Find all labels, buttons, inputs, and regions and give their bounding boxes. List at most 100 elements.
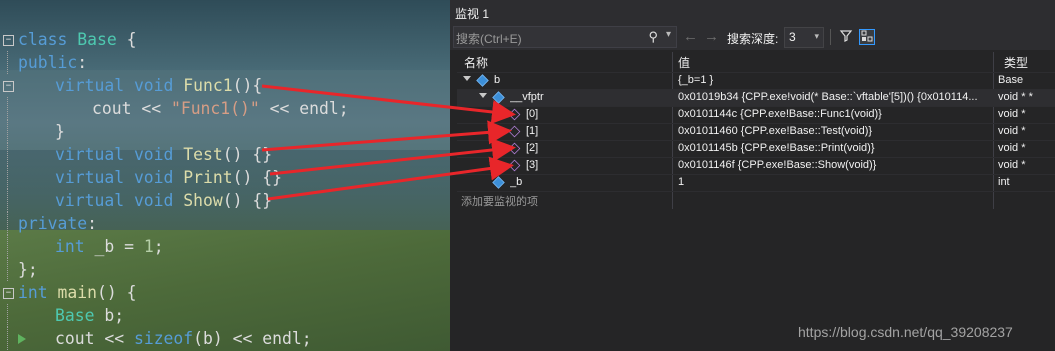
code-text: cout << sizeof(b) << endl; [18, 327, 312, 350]
code-token: ; [153, 237, 164, 256]
code-text: virtual void Print() {} [18, 166, 282, 189]
code-token: cout << [55, 329, 134, 348]
code-token: Base [55, 306, 105, 325]
row-vfptr[interactable]: __vfptr 0x01019b34 {CPP.exe!void(* Base::… [457, 89, 1055, 107]
outline-guide [7, 304, 9, 327]
code-line[interactable]: cout << "Func1()" << endl; [0, 97, 450, 120]
hex-display-icon[interactable] [859, 29, 875, 45]
add-watch-placeholder: 添加要监视的项 [461, 196, 538, 208]
variable-icon [492, 91, 505, 104]
collapse-icon[interactable]: − [3, 288, 14, 299]
code-token: Show [183, 191, 223, 210]
row-_b[interactable]: _b 1 int [457, 174, 1055, 192]
code-token: cout << [92, 99, 171, 118]
outline-guide [7, 327, 9, 350]
search-icon[interactable]: ⚲ [648, 29, 658, 45]
code-text: int main() { [18, 281, 136, 304]
code-line[interactable]: − class Base { [0, 28, 450, 51]
column-header-name[interactable]: 名称 [464, 54, 488, 71]
code-token: sizeof [133, 329, 194, 348]
code-line[interactable]: Base b; [0, 304, 450, 327]
collapse-icon[interactable]: − [3, 81, 14, 92]
column-header-value[interactable]: 值 [678, 54, 690, 71]
code-text: Base b; [18, 304, 124, 327]
watermark: https://blog.csdn.net/qq_39208237 [798, 324, 1013, 340]
add-watch-row[interactable]: 添加要监视的项 [457, 191, 1055, 209]
code-line[interactable]: }; [0, 258, 450, 281]
code-line[interactable]: public: [0, 51, 450, 74]
watch-name: _b [510, 176, 523, 188]
watch-name: __vfptr [510, 91, 544, 103]
outline-guide [7, 120, 9, 143]
code-token: { [116, 30, 137, 49]
code-line[interactable]: private: [0, 212, 450, 235]
watch-type: void * [998, 125, 1026, 137]
code-line[interactable]: − virtual void Func1(){ [0, 74, 450, 97]
watch-type: void * * [998, 91, 1033, 103]
code-line[interactable]: cout << sizeof(b) << endl; [0, 327, 450, 350]
watch-value[interactable]: 1 [678, 176, 990, 188]
forward-arrow-icon[interactable]: → [704, 28, 719, 45]
row-b[interactable]: b {_b=1 } Base [457, 72, 1055, 90]
code-text: private: [18, 212, 97, 235]
code-token: virtual void [55, 76, 184, 95]
code-text: virtual void Test() {} [18, 143, 272, 166]
pointer-item-icon [508, 125, 521, 138]
watch-value[interactable]: {_b=1 } [678, 74, 990, 86]
row-vtable-2[interactable]: [2] 0x0101145b {CPP.exe!Base::Print(void)… [457, 140, 1055, 158]
code-token: : [87, 214, 97, 233]
watch-name: [2] [526, 142, 539, 154]
code-token: }; [18, 260, 38, 279]
search-depth-select[interactable]: 3 ▾ [784, 27, 824, 48]
search-dropdown-icon[interactable]: ▾ [666, 29, 671, 40]
watch-value[interactable]: 0x0101145b {CPP.exe!Base::Print(void)} [678, 142, 990, 154]
pin-filter-icon[interactable] [839, 29, 853, 43]
code-token: virtual void [55, 191, 184, 210]
watch-window: 监视 1 搜索(Ctrl+E) ⚲ ▾ ← → 搜索深度: 3 ▾ 名称 值 类… [450, 0, 1055, 351]
toolbar-separator [830, 29, 831, 45]
search-placeholder: 搜索(Ctrl+E) [456, 32, 522, 46]
column-header-type[interactable]: 类型 [1004, 54, 1028, 71]
row-vtable-3[interactable]: [3] 0x0101146f {CPP.exe!Base::Show(void)}… [457, 157, 1055, 175]
code-editor[interactable]: − class Base {public: − virtual void Func1(… [0, 0, 450, 351]
expand-chevron-icon[interactable] [463, 76, 471, 81]
code-line[interactable]: virtual void Print() {} [0, 166, 450, 189]
watch-name: [0] [526, 108, 539, 120]
row-vtable-1[interactable]: [1] 0x01011460 {CPP.exe!Base::Test(void)}… [457, 123, 1055, 141]
code-text: } [18, 120, 65, 143]
watch-value[interactable]: 0x0101144c {CPP.exe!Base::Func1(void)} [678, 108, 990, 120]
watch-title-bar: 监视 1 [450, 0, 1055, 24]
code-token: class [18, 30, 78, 49]
outline-guide [7, 143, 9, 166]
code-token: virtual void [55, 145, 184, 164]
grid-header: 名称 值 类型 [457, 52, 1055, 71]
search-input[interactable]: 搜索(Ctrl+E) ⚲ ▾ [453, 26, 677, 48]
watch-value[interactable]: 0x01019b34 {CPP.exe!void(* Base::`vftabl… [678, 91, 990, 103]
outline-guide [7, 97, 9, 120]
watch-type: int [998, 176, 1010, 188]
variable-icon [476, 74, 489, 87]
back-arrow-icon[interactable]: ← [683, 28, 698, 45]
watch-name: b [494, 74, 501, 86]
outline-guide [7, 258, 9, 281]
watch-type: void * [998, 142, 1026, 154]
code-line[interactable]: int _b = 1; [0, 235, 450, 258]
code-line[interactable]: virtual void Show() {} [0, 189, 450, 212]
code-token: _b = [94, 237, 144, 256]
pointer-item-icon [508, 142, 521, 155]
outline-guide [7, 51, 9, 74]
code-token: 1 [143, 237, 154, 256]
watch-value[interactable]: 0x01011460 {CPP.exe!Base::Test(void)} [678, 125, 990, 137]
code-token: () {} [222, 191, 273, 210]
code-token: () { [96, 283, 137, 302]
collapse-icon[interactable]: − [3, 35, 14, 46]
code-token: () {} [232, 168, 282, 187]
code-line[interactable]: virtual void Test() {} [0, 143, 450, 166]
code-text: class Base { [18, 28, 136, 51]
watch-value[interactable]: 0x0101146f {CPP.exe!Base::Show(void)} [678, 159, 990, 171]
row-vtable-0[interactable]: [0] 0x0101144c {CPP.exe!Base::Func1(void)… [457, 106, 1055, 124]
code-line[interactable]: − int main() { [0, 281, 450, 304]
expand-chevron-icon[interactable] [479, 93, 487, 98]
code-token: virtual void [55, 168, 184, 187]
code-line[interactable]: } [0, 120, 450, 143]
